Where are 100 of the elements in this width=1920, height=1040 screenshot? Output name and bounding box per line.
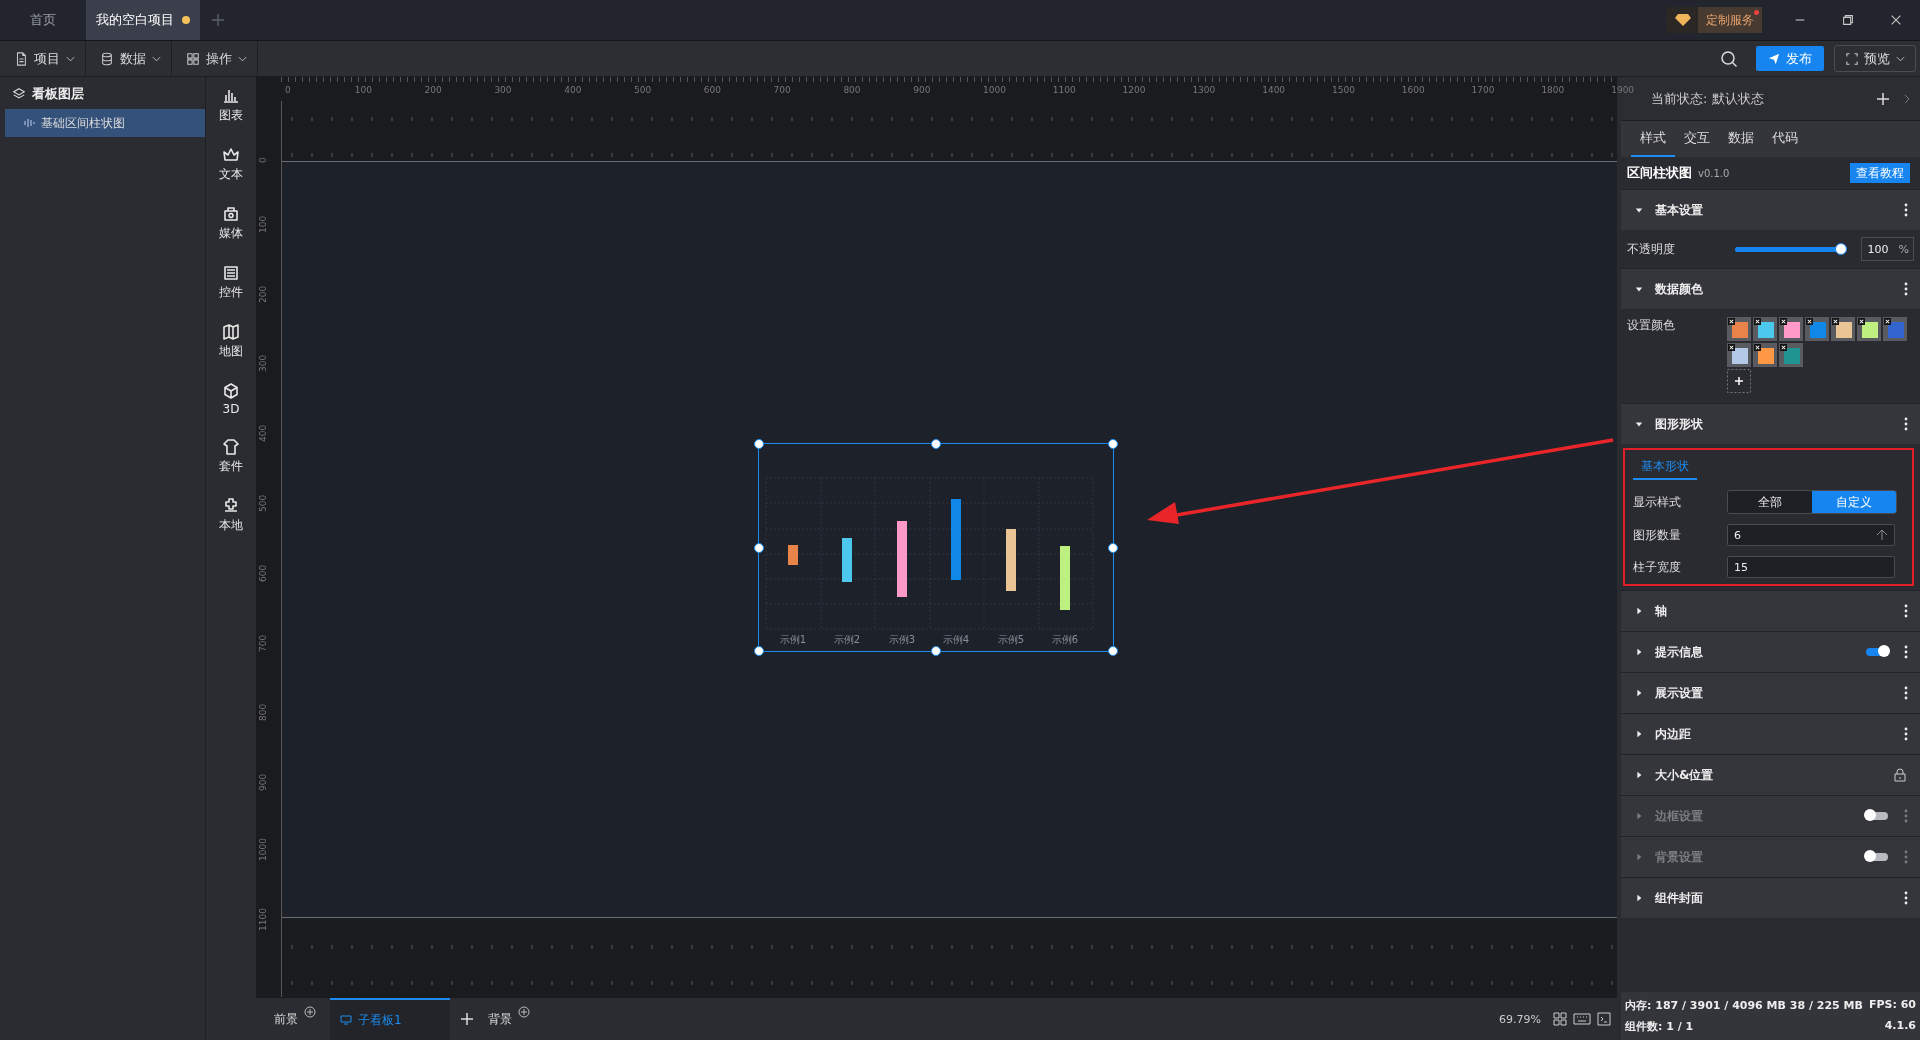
background-tab[interactable]: 背景	[488, 1010, 512, 1028]
publish-button[interactable]: 发布	[1756, 46, 1824, 71]
remove-icon[interactable]	[1780, 344, 1787, 351]
remove-icon[interactable]	[1806, 318, 1813, 325]
toolbox-button[interactable]: 控件	[219, 264, 243, 301]
panel-tab[interactable]: 交互	[1675, 121, 1719, 157]
remove-icon[interactable]	[1780, 318, 1787, 325]
document-tab[interactable]: 我的空白项目	[86, 0, 200, 40]
toolbox-button[interactable]: 媒体	[219, 205, 243, 242]
count-input[interactable]: 6	[1727, 524, 1895, 546]
section-header[interactable]: 轴	[1621, 591, 1920, 631]
color-swatch[interactable]	[1753, 343, 1777, 367]
fit-screen-icon[interactable]	[1553, 1012, 1567, 1026]
opacity-slider[interactable]	[1735, 243, 1847, 255]
custom-service-button[interactable]: 定制服务	[1666, 7, 1762, 33]
field-label: 设置颜色	[1627, 317, 1676, 334]
terminal-icon[interactable]	[1597, 1012, 1611, 1026]
remove-icon[interactable]	[1858, 318, 1865, 325]
color-swatch[interactable]	[1805, 317, 1829, 341]
remove-icon[interactable]	[1754, 318, 1761, 325]
toggle-switch[interactable]	[1866, 648, 1888, 656]
remove-icon[interactable]	[1754, 344, 1761, 351]
search-icon[interactable]	[1720, 49, 1738, 68]
resize-handle[interactable]	[754, 646, 764, 656]
keyboard-icon[interactable]	[1573, 1010, 1591, 1028]
segment-option[interactable]: 自定义	[1812, 491, 1896, 513]
sub-tab[interactable]: 基本形状	[1633, 458, 1697, 480]
resize-handle[interactable]	[1108, 439, 1118, 449]
toolbox-button[interactable]: 套件	[219, 438, 243, 475]
add-circle-icon[interactable]	[304, 1006, 316, 1018]
color-swatch[interactable]	[1779, 343, 1803, 367]
add-color-button[interactable]	[1727, 369, 1751, 393]
more-icon[interactable]	[1904, 727, 1908, 741]
foreground-tab[interactable]: 前景	[274, 1010, 298, 1028]
board-tab[interactable]: 子看板1	[330, 998, 450, 1040]
restore-icon[interactable]	[1841, 13, 1855, 27]
more-icon[interactable]	[1904, 282, 1908, 296]
color-swatch[interactable]	[1727, 343, 1751, 367]
more-icon[interactable]	[1904, 686, 1908, 700]
document-tab[interactable]: 首页	[0, 0, 86, 40]
toolbox-button[interactable]: 本地	[219, 497, 243, 534]
remove-icon[interactable]	[1728, 318, 1735, 325]
segment-option[interactable]: 全部	[1728, 491, 1812, 513]
more-icon[interactable]	[1904, 891, 1908, 905]
resize-handle[interactable]	[1108, 542, 1118, 553]
remove-icon[interactable]	[1884, 318, 1891, 325]
remove-icon[interactable]	[1832, 318, 1839, 325]
section-header[interactable]: 提示信息	[1621, 632, 1920, 672]
layer-item[interactable]: 基础区间柱状图	[5, 109, 205, 137]
ruler-label: 700	[773, 85, 791, 95]
toolbox-button[interactable]: 3D	[222, 382, 240, 416]
resize-handle[interactable]	[754, 439, 764, 449]
section-header[interactable]: 展示设置	[1621, 673, 1920, 713]
lock-icon[interactable]	[1894, 768, 1906, 782]
color-swatch[interactable]	[1727, 317, 1751, 341]
resize-handle[interactable]	[1108, 646, 1118, 656]
panel-tab[interactable]: 数据	[1719, 121, 1763, 157]
width-input[interactable]: 15	[1727, 556, 1895, 578]
ruler-label: 700	[258, 634, 268, 652]
preview-button[interactable]: 预览	[1834, 45, 1916, 72]
section-header[interactable]: 图形形状	[1621, 404, 1920, 444]
more-icon[interactable]	[1904, 417, 1908, 431]
ruler-label: 1800	[1541, 85, 1565, 95]
section-header[interactable]: 基本设置	[1621, 190, 1920, 230]
section-header[interactable]: 数据颜色	[1621, 269, 1920, 309]
menu-button[interactable]: 项目	[0, 41, 86, 76]
color-swatch[interactable]	[1779, 317, 1803, 341]
chevron-right-icon[interactable]	[1904, 93, 1910, 104]
toolbox-button[interactable]: 地图	[219, 323, 243, 360]
close-icon[interactable]	[1889, 13, 1903, 27]
resize-handle[interactable]	[931, 439, 941, 449]
ruler-label: 1200	[1122, 85, 1146, 95]
color-swatch[interactable]	[1753, 317, 1777, 341]
add-state-icon[interactable]	[1876, 91, 1890, 106]
ruler-label: 900	[913, 85, 931, 95]
add-icon[interactable]	[460, 1012, 474, 1026]
toolbox-button[interactable]: 文本	[219, 146, 243, 183]
resize-handle[interactable]	[754, 542, 764, 553]
menu-button[interactable]: 数据	[86, 41, 172, 76]
opacity-input[interactable]: 100 %	[1861, 237, 1914, 261]
menu-button[interactable]: 操作	[172, 41, 258, 76]
color-swatch[interactable]	[1883, 317, 1907, 341]
more-icon[interactable]	[1904, 645, 1908, 659]
section-header[interactable]: 大小&位置	[1621, 755, 1920, 795]
section-header[interactable]: 组件封面	[1621, 878, 1920, 918]
color-swatch[interactable]	[1831, 317, 1855, 341]
section-header[interactable]: 内边距	[1621, 714, 1920, 754]
arrow-up-icon[interactable]	[1876, 529, 1888, 541]
add-circle-icon[interactable]	[518, 1006, 530, 1018]
tutorial-button[interactable]: 查看教程	[1850, 163, 1910, 183]
resize-handle[interactable]	[931, 646, 941, 656]
more-icon[interactable]	[1904, 604, 1908, 618]
caret-icon	[238, 55, 247, 62]
remove-icon[interactable]	[1728, 344, 1735, 351]
panel-tab[interactable]: 代码	[1763, 121, 1807, 157]
shirt-icon	[222, 438, 240, 456]
more-icon[interactable]	[1904, 203, 1908, 217]
toolbox-button[interactable]: 图表	[219, 87, 243, 124]
color-swatch[interactable]	[1857, 317, 1881, 341]
panel-tab[interactable]: 样式	[1631, 121, 1675, 157]
